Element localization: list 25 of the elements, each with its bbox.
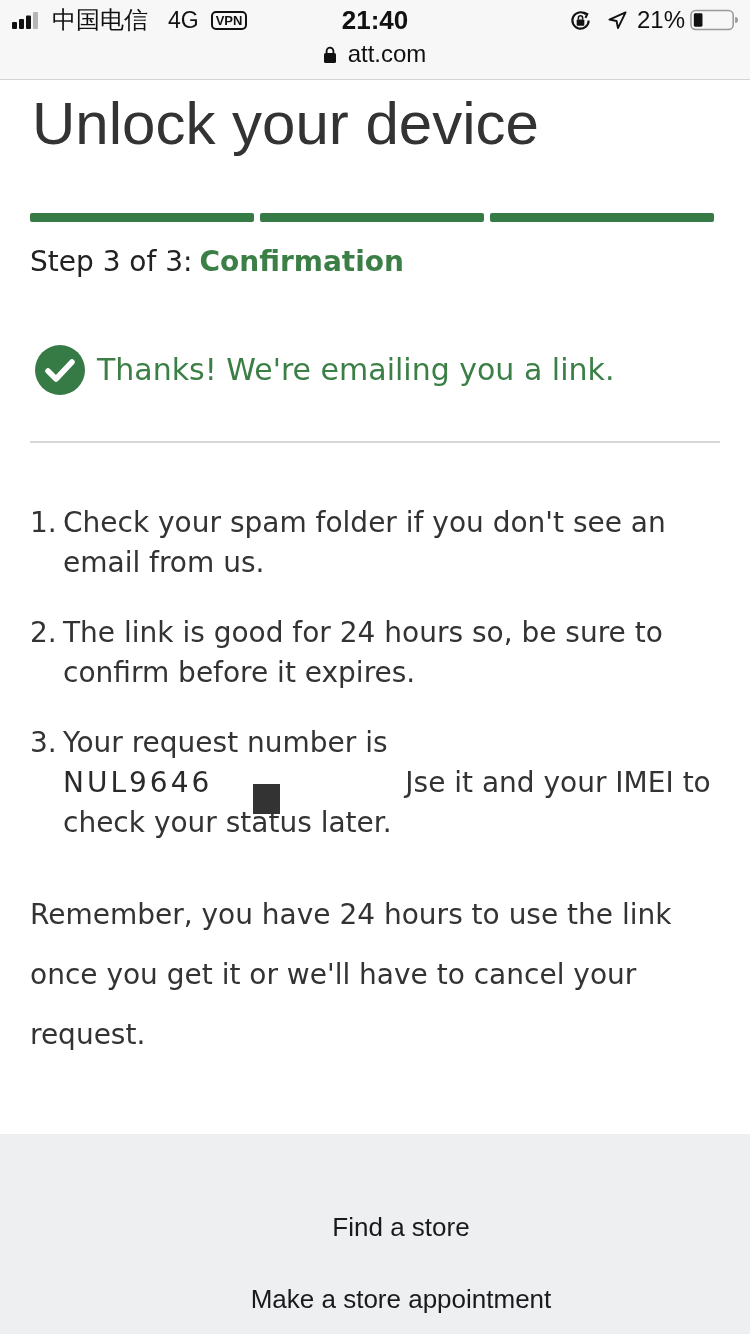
instruction-text: Your request number is NUL9646 Jse it and your IMEI to check your status later. <box>63 725 712 841</box>
reminder-text: Remember, you have 24 hours to use the link once you get it or we'll have to cancel your request. <box>30 897 673 1053</box>
page-url[interactable]: att.com <box>347 40 427 68</box>
step-label: Step 3 of 3: <box>30 244 193 280</box>
network-type: 4G <box>168 6 199 35</box>
page-title: Unlock your device <box>32 94 540 154</box>
location-arrow-icon <box>607 10 627 30</box>
vpn-badge: VPN <box>210 10 248 30</box>
lock-icon <box>323 45 336 63</box>
step-name: Confirmation <box>199 244 405 280</box>
footer-link[interactable]: Make a store appointment <box>250 1281 552 1317</box>
battery-percentage: 21% <box>636 5 685 35</box>
signal-icon <box>12 11 38 29</box>
list-number: 1. <box>30 505 58 541</box>
instruction-text: The link is good for 24 hours so, be sure to confirm before it expires. <box>63 615 664 691</box>
instruction-text: Check your spam folder if you don't see an email from us. <box>63 505 667 581</box>
list-number: 3. <box>30 725 58 761</box>
success-message: Thanks! We're emailing you a link. <box>97 351 615 389</box>
clock-time: 21:40 <box>341 5 409 35</box>
check-circle-icon <box>35 345 85 395</box>
list-number: 2. <box>30 615 58 651</box>
footer-link[interactable]: Find a store <box>332 1209 470 1245</box>
battery-icon <box>690 9 738 31</box>
orientation-lock-icon <box>568 8 592 32</box>
carrier-name: 中国电信 <box>52 5 148 35</box>
